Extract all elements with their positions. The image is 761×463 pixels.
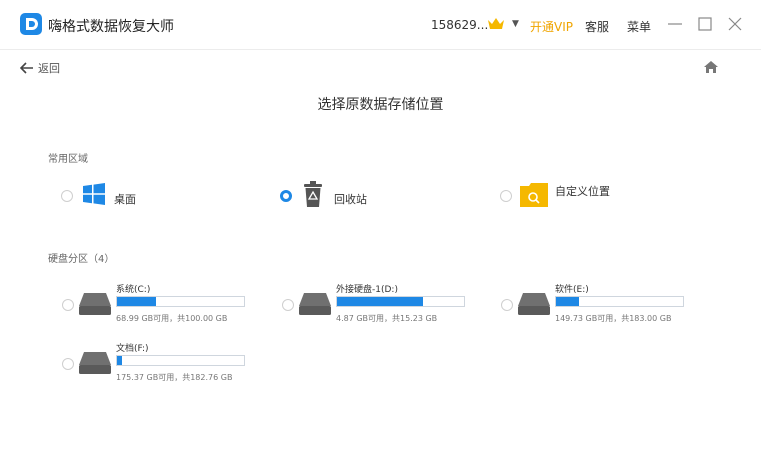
disk-usage-fill (117, 356, 123, 365)
disk-usage-fill (117, 297, 157, 306)
app-title: 嗨格式数据恢复大师 (48, 19, 174, 35)
crown-icon (488, 18, 504, 29)
home-icon[interactable] (703, 60, 719, 74)
recycle-bin-label[interactable]: 回收站 (334, 191, 367, 207)
disk-radio[interactable] (62, 299, 74, 311)
hard-drive-icon (518, 293, 550, 315)
menu-link[interactable]: 菜单 (627, 18, 651, 35)
disk-usage-fill (556, 297, 579, 306)
disk-item-c[interactable]: 系统(C:) 68.99 GB可用，共100.00 GB (62, 282, 245, 334)
disk-name: 文档(F:) (116, 344, 149, 354)
disk-radio[interactable] (501, 299, 513, 311)
page-title: 选择原数据存储位置 (317, 97, 444, 113)
disk-name: 外接硬盘-1(D:) (336, 285, 398, 295)
disk-item-d[interactable]: 外接硬盘-1(D:) 4.87 GB可用，共15.23 GB (282, 282, 465, 334)
arrow-left-icon (20, 62, 33, 74)
disk-item-e[interactable]: 软件(E:) 149.73 GB可用，共183.00 GB (501, 282, 684, 334)
app-logo-icon (20, 13, 42, 35)
disk-usage-text: 175.37 GB可用，共182.76 GB (116, 373, 233, 382)
disk-usage-text: 68.99 GB可用，共100.00 GB (116, 314, 228, 323)
disk-usage-bar (555, 296, 684, 307)
disk-radio[interactable] (62, 358, 74, 370)
chevron-down-icon[interactable]: ▼ (512, 19, 519, 29)
disk-name: 系统(C:) (116, 285, 151, 295)
desktop-label[interactable]: 桌面 (114, 191, 136, 207)
disk-partitions-label: 硬盘分区（4） (48, 254, 115, 265)
disk-radio[interactable] (282, 299, 294, 311)
customer-service-link[interactable]: 客服 (585, 18, 609, 35)
folder-search-icon[interactable] (519, 180, 549, 208)
disk-name: 软件(E:) (555, 285, 589, 295)
desktop-radio[interactable] (61, 190, 73, 202)
disk-usage-bar (116, 355, 245, 366)
disk-usage-fill (337, 297, 424, 306)
recycle-bin-icon[interactable] (302, 180, 324, 208)
hard-drive-icon (79, 352, 111, 374)
custom-location-radio[interactable] (500, 190, 512, 202)
title-bar: 嗨格式数据恢复大师 158629... ▼ 开通VIP 客服 菜单 (0, 0, 761, 50)
disk-usage-bar (116, 296, 245, 307)
back-button[interactable]: 返回 (20, 60, 60, 76)
user-id[interactable]: 158629... (431, 18, 488, 32)
custom-location-label[interactable]: 自定义位置 (555, 183, 610, 199)
maximize-icon[interactable] (696, 15, 714, 33)
hard-drive-icon (79, 293, 111, 315)
disk-item-f[interactable]: 文档(F:) 175.37 GB可用，共182.76 GB (62, 341, 245, 393)
minimize-icon[interactable] (666, 15, 684, 33)
common-areas-label: 常用区域 (48, 154, 88, 165)
disk-usage-text: 149.73 GB可用，共183.00 GB (555, 314, 672, 323)
close-icon[interactable] (726, 15, 744, 33)
open-vip-link[interactable]: 开通VIP (530, 18, 573, 35)
hard-drive-icon (299, 293, 331, 315)
disk-usage-text: 4.87 GB可用，共15.23 GB (336, 314, 438, 323)
back-label: 返回 (38, 62, 60, 75)
disk-usage-bar (336, 296, 465, 307)
windows-icon[interactable] (82, 182, 106, 206)
recycle-bin-radio[interactable] (280, 190, 292, 202)
